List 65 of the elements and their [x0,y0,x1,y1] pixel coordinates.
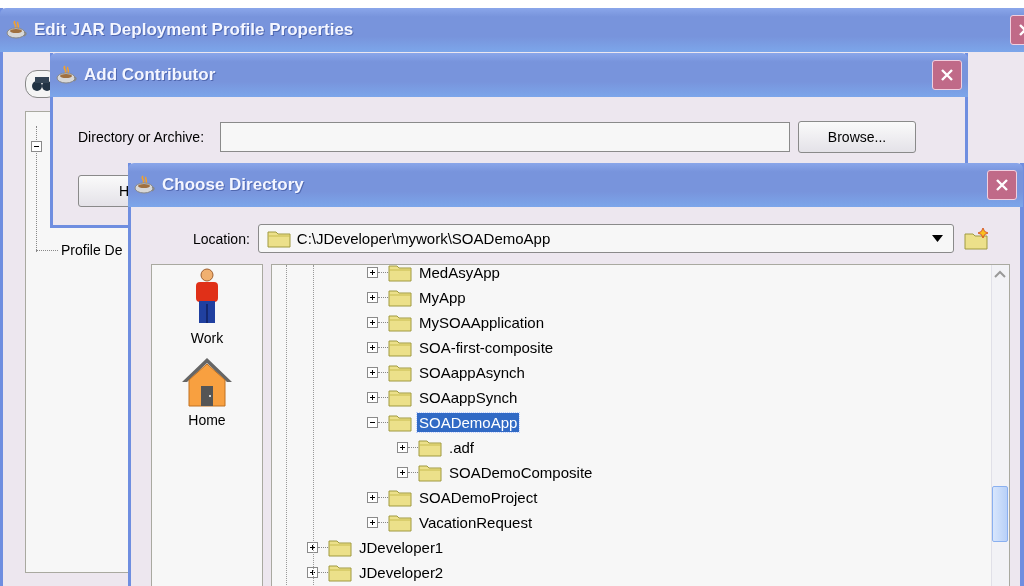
tree-item[interactable]: JDeveloper2 [357,563,446,582]
field-label: Directory or Archive: [78,129,205,145]
folder-icon [266,229,291,248]
tree-item[interactable]: SOAappAsynch [417,363,527,382]
new-folder-icon[interactable] [963,226,990,251]
folder-icon [388,313,412,332]
expand-icon[interactable] [367,317,378,328]
folder-icon [328,538,352,557]
expand-icon[interactable] [367,342,378,353]
window-title: Edit JAR Deployment Profile Properties [34,20,354,40]
scrollbar-thumb[interactable] [992,486,1008,542]
folder-icon [388,488,412,507]
folder-icon [388,513,412,532]
expand-icon[interactable] [367,492,378,503]
expand-icon[interactable] [367,392,378,403]
close-button[interactable] [932,60,962,90]
close-icon [995,178,1009,192]
expand-icon[interactable] [397,467,408,478]
tree-item[interactable]: MySOAApplication [417,313,547,332]
tree-item[interactable]: MyApp [417,288,468,307]
folder-icon [388,413,412,432]
place-label[interactable]: Work [190,330,224,346]
dropdown-arrow-icon [931,235,943,242]
collapse-icon[interactable] [367,417,378,428]
tree-item[interactable]: SOADemoApp [417,413,520,432]
window-title: Add Contributor [84,65,216,85]
close-icon [940,68,954,82]
expand-icon[interactable] [307,542,318,553]
folder-icon [388,388,412,407]
field-label: Location: [193,230,250,247]
folder-icon [418,438,442,457]
tree-item[interactable]: Profile De [61,242,123,258]
directory-input-field[interactable] [220,122,791,152]
scroll-up-icon[interactable] [994,270,1006,278]
coffee-cup-icon [134,175,156,195]
folder-icon [388,288,412,307]
expand-icon[interactable] [367,267,378,278]
expand-icon[interactable] [307,567,318,578]
browse-button[interactable]: Browse... [798,121,917,153]
folder-icon [418,463,442,482]
scrollbar[interactable] [991,265,1009,586]
tree-item[interactable]: SOADemoComposite [447,463,595,482]
expand-icon[interactable] [367,367,378,378]
house-icon[interactable] [180,356,234,408]
window-title: Choose Directory [162,175,304,195]
close-button[interactable] [987,170,1017,200]
tree-item[interactable]: VacationRequest [417,513,535,532]
location-dropdown[interactable]: C:\JDeveloper\mywork\SOADemoApp [257,224,954,253]
folder-icon [388,265,412,282]
tree-item[interactable]: MedAsyApp [417,265,502,282]
expand-icon[interactable] [367,517,378,528]
collapse-icon[interactable] [31,141,42,152]
tree-item[interactable]: .adf [447,438,477,457]
tree-item[interactable]: SOADemoProject [417,488,540,507]
folder-icon [388,363,412,382]
folder-icon [328,563,352,582]
coffee-cup-icon [6,20,28,40]
place-label[interactable]: Home [188,412,226,428]
tree-item[interactable]: SOAappSynch [417,388,520,407]
expand-icon[interactable] [367,292,378,303]
coffee-cup-icon [56,65,78,85]
expand-icon[interactable] [397,442,408,453]
folder-icon [388,338,412,357]
tree-item[interactable]: SOA-first-composite [417,338,556,357]
tree-item[interactable]: JDeveloper1 [357,538,446,557]
